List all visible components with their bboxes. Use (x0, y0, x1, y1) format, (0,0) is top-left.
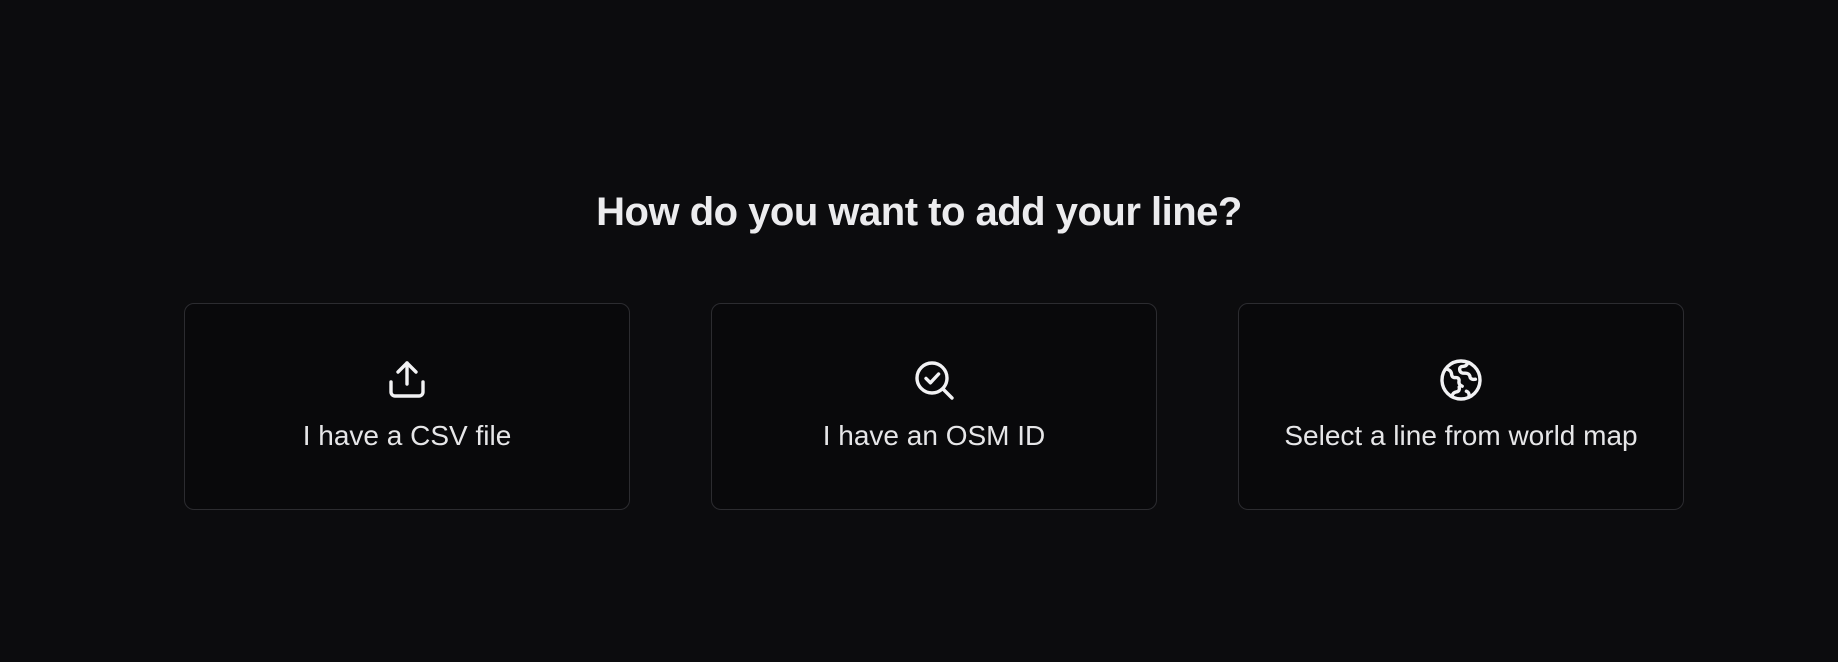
globe-icon (1437, 356, 1485, 404)
world-map-option[interactable]: Select a line from world map (1238, 303, 1684, 510)
csv-file-option[interactable]: I have a CSV file (184, 303, 630, 510)
option-label: Select a line from world map (1284, 420, 1638, 451)
upload-icon (383, 356, 431, 404)
add-line-page: How do you want to add your line? I have… (0, 0, 1838, 662)
page-title: How do you want to add your line? (596, 190, 1242, 234)
option-label: I have a CSV file (302, 420, 512, 451)
osm-id-option[interactable]: I have an OSM ID (711, 303, 1157, 510)
search-check-icon (910, 356, 958, 404)
option-label: I have an OSM ID (822, 420, 1046, 451)
option-list: I have a CSV file I have an OSM ID Selec… (184, 303, 1684, 510)
